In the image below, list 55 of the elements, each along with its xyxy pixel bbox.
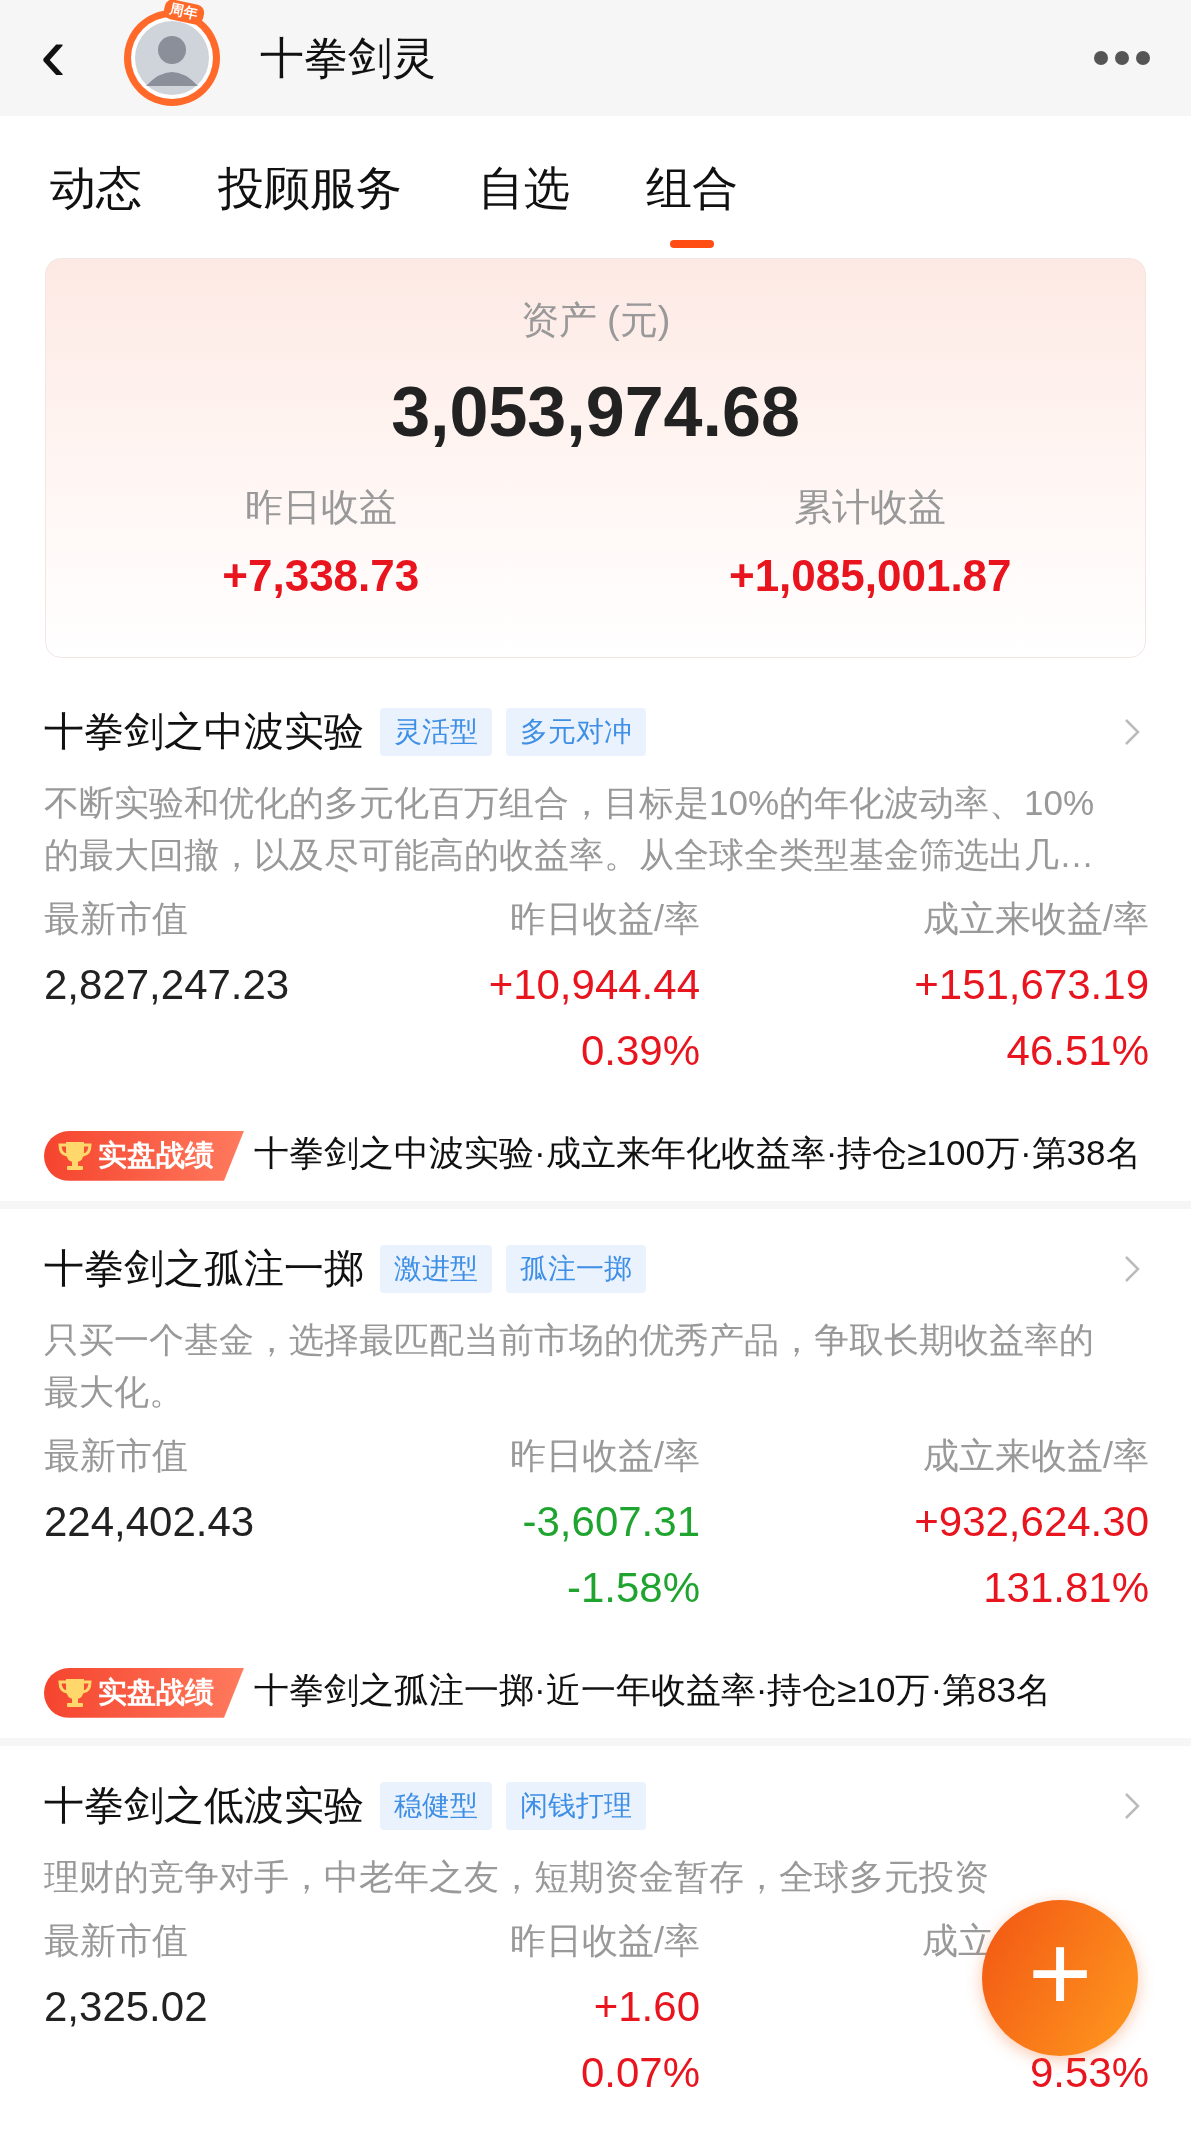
portfolio-tag: 稳健型 <box>380 1781 492 1830</box>
amount-value: +932,624.30 <box>913 1498 1149 1546</box>
portfolio-name[interactable]: 十拳剑之中波实验 <box>44 704 364 759</box>
stat-value: +7,338.73 <box>222 551 420 601</box>
portfolio-name[interactable]: 十拳剑之孤注一掷 <box>44 1241 364 1296</box>
tab[interactable]: 投顾服务 <box>218 158 402 258</box>
record-badge: 实盘战绩 <box>44 1667 244 1718</box>
stat-label: 昨日收益 <box>244 485 397 530</box>
portfolio-description: 理财的竞争对手，中老年之友，短期资金暂存，全球多元投资 <box>44 1856 990 1898</box>
column-label: 昨日收益/率 <box>509 897 700 941</box>
amount-value: +1.60 <box>592 1983 700 2031</box>
asset-value: 3,053,974.68 <box>391 372 800 452</box>
stat-value: +1,085,001.87 <box>728 551 1012 601</box>
rate-value: -1.58% <box>565 1564 700 1612</box>
amount-value: +151,673.19 <box>913 961 1149 1009</box>
rate-value: 46.51% <box>1005 1027 1149 1075</box>
page-title: 十拳剑灵 <box>260 31 437 84</box>
column-label: 昨日收益/率 <box>509 1434 700 1478</box>
column-label: 最新市值 <box>44 1434 189 1478</box>
chevron-right-icon[interactable] <box>1123 1253 1141 1284</box>
column-label: 最新市值 <box>44 897 189 941</box>
asset-label: 资产 (元) <box>520 298 671 343</box>
portfolio-tag: 闲钱打理 <box>506 1781 646 1830</box>
trophy-icon <box>58 1676 92 1709</box>
column-label: 最新市值 <box>44 1919 189 1963</box>
stat-label: 累计收益 <box>794 485 947 530</box>
record-badge: 实盘战绩 <box>44 1130 244 1181</box>
more-icon[interactable] <box>1093 50 1151 66</box>
tab[interactable]: 动态 <box>50 158 142 258</box>
amount-value: +10,944.44 <box>487 961 700 1009</box>
portfolio-tag: 多元对冲 <box>506 707 646 756</box>
portfolio-name[interactable]: 十拳剑之低波实验 <box>44 1778 364 1833</box>
tab[interactable]: 自选 <box>478 158 570 258</box>
amount-value: 2,827,247.23 <box>44 961 291 1009</box>
portfolio-description: 只买一个基金，选择最匹配当前市场的优秀产品，争取长期收益率的最大化。 <box>44 1319 1095 1413</box>
chevron-right-icon[interactable] <box>1123 716 1141 747</box>
portfolio-tag: 孤注一掷 <box>506 1244 646 1293</box>
rate-value: 131.81% <box>982 1564 1149 1612</box>
trophy-icon <box>58 1139 92 1172</box>
rate-value: 0.39% <box>579 1027 700 1075</box>
amount-value: -3,607.31 <box>521 1498 700 1546</box>
back-button[interactable]: ‹ <box>40 14 120 92</box>
portfolio-description: 不断实验和优化的多元化百万组合，目标是10%的年化波动率、10%的最大回撤，以及尽可能高的收益率。从全球全类型基金筛选出几… <box>44 782 1096 876</box>
tab[interactable]: 组合 <box>646 158 738 258</box>
portfolio-tag: 激进型 <box>380 1244 492 1293</box>
column-label: 成立来收益/率 <box>922 897 1149 941</box>
amount-value: 224,402.43 <box>44 1498 256 1546</box>
rate-value: 0.07% <box>579 2049 700 2097</box>
portfolio-tag: 灵活型 <box>380 707 492 756</box>
column-label: 昨日收益/率 <box>509 1919 700 1963</box>
ranking-text: 十拳剑之孤注一掷·近一年收益率·持仓≥10万·第83名 <box>254 1670 1052 1709</box>
chevron-right-icon[interactable] <box>1123 1790 1141 1821</box>
column-label: 成立来收益/率 <box>922 1434 1149 1478</box>
amount-value: 2,325.02 <box>44 1983 209 2031</box>
ranking-text: 十拳剑之中波实验·成立来年化收益率·持仓≥100万·第38名 <box>254 1133 1141 1172</box>
